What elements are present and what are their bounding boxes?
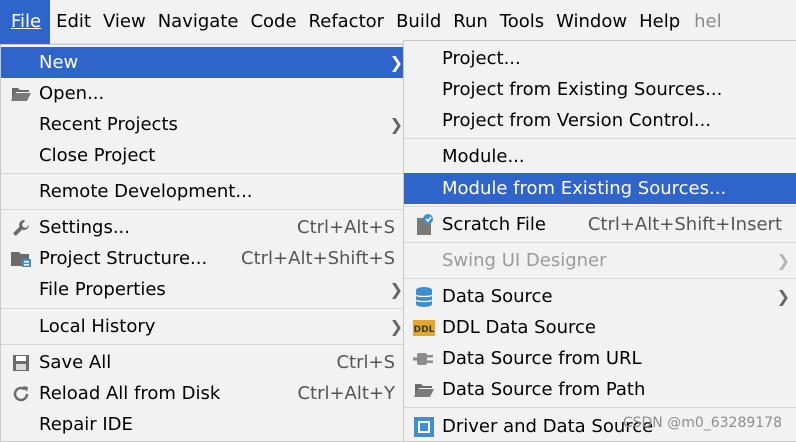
menu-separator — [404, 407, 796, 408]
menu-item-label: Project from Existing Sources... — [442, 79, 723, 100]
chevron-right-icon: ❯ — [776, 287, 790, 306]
menu-item-module[interactable]: Module... — [404, 141, 796, 172]
project-title: hel — [694, 11, 722, 32]
menu-item-label: Reload All from Disk — [39, 383, 221, 404]
menu-item-label: Recent Projects — [39, 114, 178, 135]
menu-item-data-source[interactable]: Data Source ❯ — [404, 281, 796, 312]
folder-open-icon — [9, 78, 33, 109]
menu-bar: File Edit View Navigate Code Refactor Bu… — [0, 0, 796, 44]
menu-item-label: Settings... — [39, 217, 130, 238]
driver-icon — [412, 411, 436, 442]
plug-icon — [412, 343, 436, 374]
menu-item-shortcut: Ctrl+Alt+Y — [297, 383, 395, 404]
menu-item-ddl-data-source[interactable]: DDL DDL Data Source — [404, 312, 796, 343]
menu-item-label: Project Structure... — [39, 248, 208, 269]
menu-item-label: Swing UI Designer — [442, 250, 607, 271]
menu-separator — [1, 344, 409, 345]
menu-edit[interactable]: Edit — [50, 0, 97, 44]
scratch-file-icon — [412, 209, 436, 240]
menu-item-label: Save All — [39, 352, 112, 373]
menu-refactor[interactable]: Refactor — [303, 0, 391, 44]
svg-text:DDL: DDL — [414, 325, 435, 335]
ddl-icon: DDL — [412, 312, 436, 343]
menu-item-shortcut: Ctrl+Alt+S — [297, 217, 395, 238]
menu-item-data-source-path[interactable]: Data Source from Path — [404, 374, 796, 405]
menu-item-module-existing-sources[interactable]: Module from Existing Sources... — [404, 173, 796, 204]
chevron-right-icon: ❯ — [389, 317, 403, 336]
chevron-right-icon: ❯ — [389, 53, 403, 72]
menu-item-swing-ui-designer[interactable]: Swing UI Designer ❯ — [404, 245, 796, 276]
menu-item-label: Project... — [442, 48, 521, 69]
menu-item-label: Repair IDE — [39, 414, 133, 435]
menu-item-scratch-file[interactable]: Scratch File Ctrl+Alt+Shift+Insert — [404, 209, 796, 240]
menu-item-shortcut: Ctrl+Alt+Shift+S — [241, 248, 395, 269]
project-structure-icon — [9, 243, 33, 274]
chevron-right-icon: ❯ — [776, 251, 790, 270]
wrench-icon — [9, 212, 33, 243]
menu-separator — [404, 138, 796, 139]
folder-open-icon — [412, 374, 436, 405]
new-submenu: Project... Project from Existing Sources… — [403, 40, 796, 442]
file-menu: New ❯ Open... Recent Projects ❯ Close Pr… — [0, 44, 410, 442]
menu-item-label: Data Source from Path — [442, 379, 646, 400]
menu-item-project-version-control[interactable]: Project from Version Control... — [404, 105, 796, 136]
menu-item-label: New — [39, 52, 79, 73]
menu-separator — [404, 278, 796, 279]
menu-item-label: Module... — [442, 146, 525, 167]
menu-item-label: Data Source from URL — [442, 348, 642, 369]
menu-file[interactable]: File — [0, 0, 51, 44]
menu-item-reload-all[interactable]: Reload All from Disk Ctrl+Alt+Y — [1, 378, 409, 409]
menu-item-label: Local History — [39, 316, 156, 337]
menu-separator — [404, 242, 796, 243]
menu-build[interactable]: Build — [390, 0, 447, 44]
menu-item-repair-ide[interactable]: Repair IDE — [1, 409, 409, 440]
database-icon — [412, 281, 436, 312]
menu-help[interactable]: Help — [633, 0, 686, 44]
menu-navigate[interactable]: Navigate — [152, 0, 245, 44]
menu-item-label: Remote Development... — [39, 181, 253, 202]
menu-item-remote-development[interactable]: Remote Development... — [1, 176, 409, 207]
menu-view[interactable]: View — [97, 0, 152, 44]
menu-item-project[interactable]: Project... — [404, 43, 796, 74]
menu-separator — [404, 206, 796, 207]
menu-item-label: File Properties — [39, 279, 166, 300]
menu-separator — [1, 209, 409, 210]
menu-item-project-existing-sources[interactable]: Project from Existing Sources... — [404, 74, 796, 105]
menu-item-label: Project from Version Control... — [442, 110, 712, 131]
menu-run[interactable]: Run — [447, 0, 494, 44]
menu-item-shortcut: Ctrl+S — [336, 352, 395, 373]
menu-item-settings[interactable]: Settings... Ctrl+Alt+S — [1, 212, 409, 243]
menu-item-close-project[interactable]: Close Project — [1, 140, 409, 171]
menu-item-label: Driver and Data Source — [442, 416, 654, 437]
menu-item-new[interactable]: New ❯ — [1, 47, 409, 78]
menu-item-save-all[interactable]: Save All Ctrl+S — [1, 347, 409, 378]
menu-item-label: DDL Data Source — [442, 317, 596, 338]
menu-item-label: Module from Existing Sources... — [442, 178, 727, 199]
menu-separator — [1, 173, 409, 174]
menu-window[interactable]: Window — [550, 0, 633, 44]
menu-item-label: Scratch File — [442, 214, 546, 235]
menu-tools[interactable]: Tools — [494, 0, 550, 44]
menu-item-shortcut: Ctrl+Alt+Shift+Insert — [587, 214, 782, 235]
watermark: CSDN @m0_63289178 — [622, 415, 782, 431]
menu-code[interactable]: Code — [244, 0, 302, 44]
menu-item-label: Data Source — [442, 286, 553, 307]
chevron-right-icon: ❯ — [389, 115, 403, 134]
menu-item-local-history[interactable]: Local History ❯ — [1, 311, 409, 342]
menu-item-recent-projects[interactable]: Recent Projects ❯ — [1, 109, 409, 140]
chevron-right-icon: ❯ — [389, 280, 403, 299]
menu-item-open[interactable]: Open... — [1, 78, 409, 109]
reload-icon — [9, 378, 33, 409]
menu-separator — [1, 308, 409, 309]
menu-item-project-structure[interactable]: Project Structure... Ctrl+Alt+Shift+S — [1, 243, 409, 274]
save-icon — [9, 347, 33, 378]
menu-item-label: Close Project — [39, 145, 156, 166]
menu-item-label: Open... — [39, 83, 105, 104]
menu-item-file-properties[interactable]: File Properties ❯ — [1, 274, 409, 305]
menu-item-data-source-url[interactable]: Data Source from URL — [404, 343, 796, 374]
